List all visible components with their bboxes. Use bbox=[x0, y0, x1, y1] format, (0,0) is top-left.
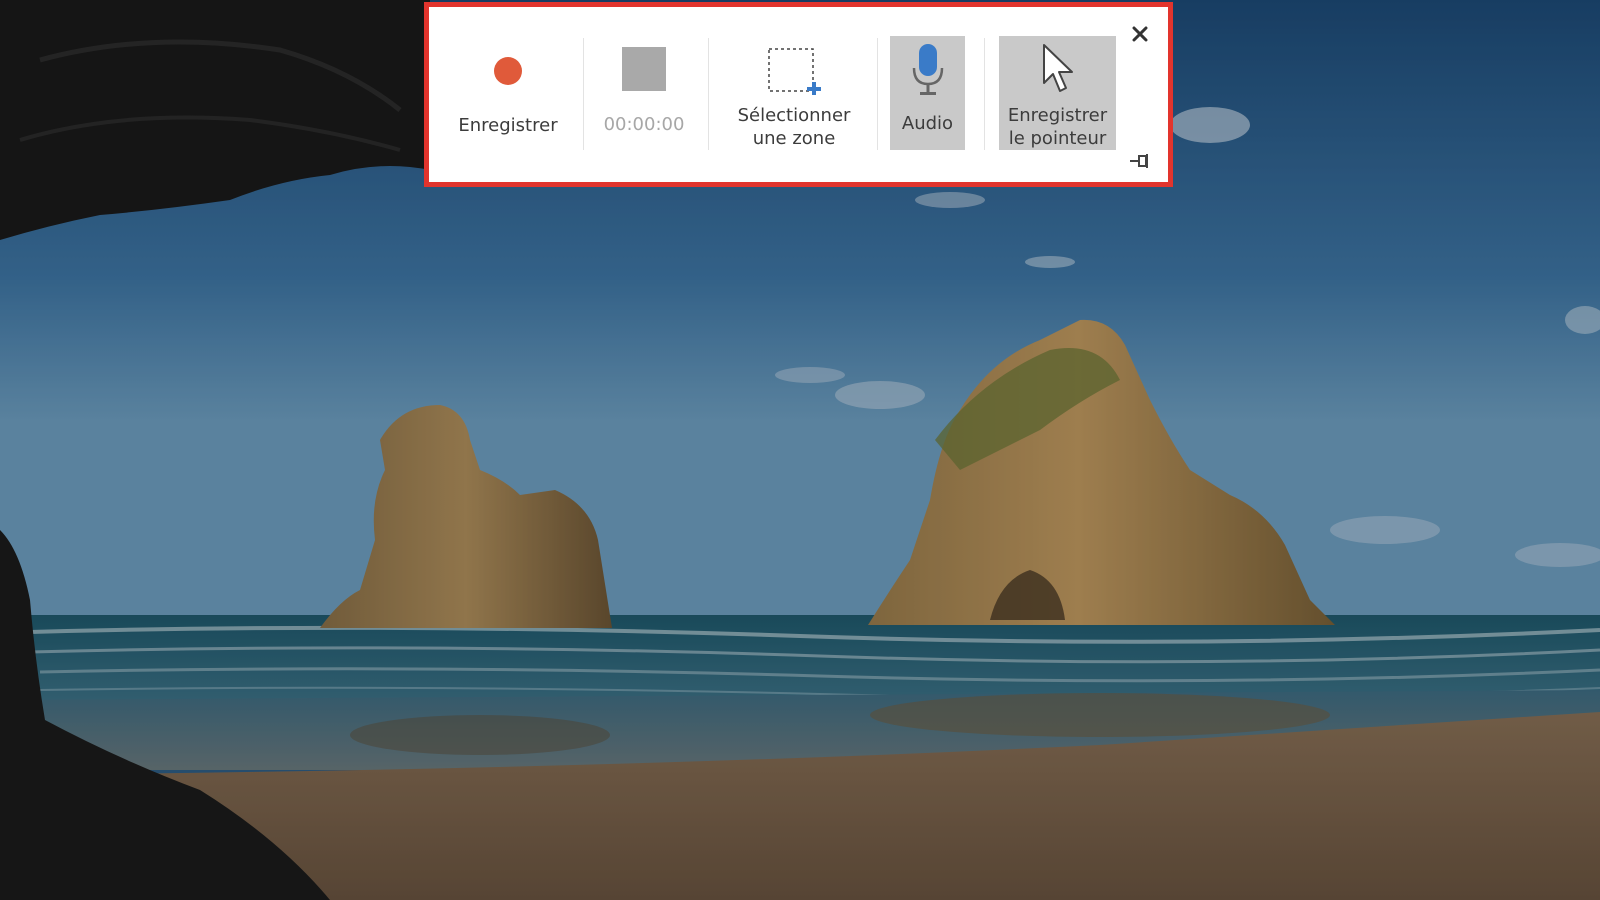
select-area-label-line1: Sélectionner bbox=[737, 105, 851, 126]
pin-icon bbox=[1130, 153, 1150, 172]
stop-button[interactable]: 00:00:00 bbox=[584, 36, 704, 150]
toolbar-separator bbox=[984, 38, 985, 150]
audio-label: Audio bbox=[901, 113, 954, 134]
select-area-button[interactable]: Sélectionner une zone bbox=[714, 36, 874, 150]
toolbar-separator bbox=[877, 38, 878, 150]
close-button[interactable] bbox=[1129, 25, 1151, 47]
select-area-label-line2: une zone bbox=[752, 128, 836, 149]
toolbar-separator bbox=[708, 38, 709, 150]
record-icon bbox=[493, 56, 523, 92]
mouse-pointer-icon bbox=[1040, 43, 1076, 101]
record-label: Enregistrer bbox=[458, 115, 558, 136]
close-icon bbox=[1132, 26, 1148, 46]
desktop: Enregistrer 00:00:00 Sélectionner une zo… bbox=[0, 0, 1600, 900]
select-area-icon bbox=[767, 47, 821, 101]
record-pointer-label-line1: Enregistrer bbox=[1007, 105, 1108, 126]
microphone-icon bbox=[911, 44, 945, 104]
screen-recording-toolbar: Enregistrer 00:00:00 Sélectionner une zo… bbox=[424, 2, 1173, 187]
stop-icon bbox=[622, 47, 666, 97]
record-pointer-toggle[interactable]: Enregistrer le pointeur bbox=[999, 36, 1116, 150]
pin-button[interactable] bbox=[1129, 151, 1151, 173]
record-button[interactable]: Enregistrer bbox=[443, 36, 573, 150]
record-pointer-label-line2: le pointeur bbox=[1008, 128, 1107, 149]
recording-timer: 00:00:00 bbox=[603, 114, 685, 135]
audio-toggle[interactable]: Audio bbox=[890, 36, 965, 150]
